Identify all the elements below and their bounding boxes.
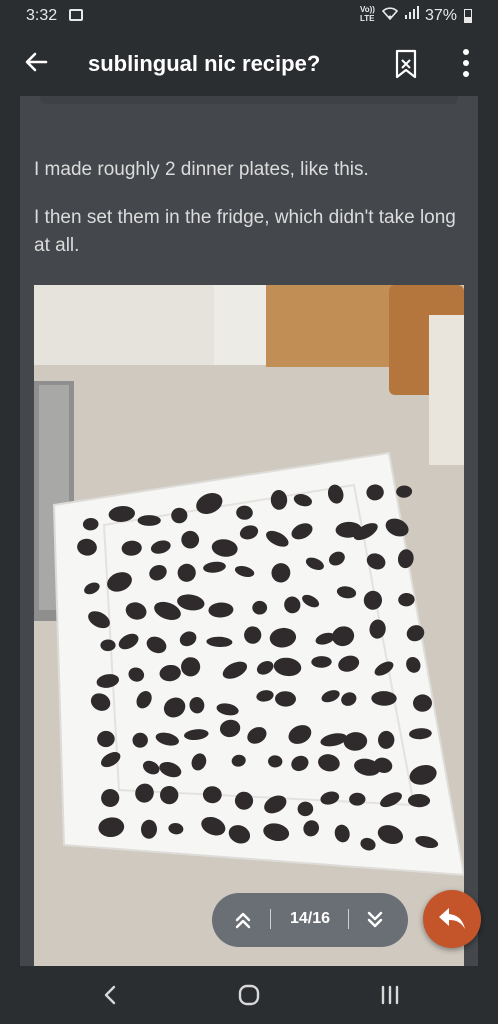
- nav-back-icon[interactable]: [90, 980, 130, 1010]
- image-notification-icon: [69, 9, 83, 21]
- page-title: sublingual nic recipe?: [88, 51, 321, 76]
- battery-percent: 37%: [425, 7, 458, 24]
- battery-icon: [464, 9, 472, 23]
- back-arrow-icon[interactable]: [20, 46, 52, 78]
- double-chevron-down-icon[interactable]: [362, 907, 388, 933]
- wifi-icon: [381, 6, 399, 23]
- bookmark-icon[interactable]: [392, 48, 420, 80]
- signal-icon: [404, 5, 420, 22]
- app-bar: sublingual nic recipe?: [0, 32, 498, 96]
- system-nav-bar: [0, 966, 498, 1024]
- post-body: I made roughly 2 dinner plates, like thi…: [34, 156, 464, 280]
- pager-divider: [270, 909, 271, 929]
- reply-icon: [439, 908, 465, 929]
- more-vert-icon[interactable]: [456, 46, 476, 82]
- post-paragraph: I then set them in the fridge, which did…: [34, 207, 456, 256]
- post-image[interactable]: [34, 285, 464, 966]
- post-pager: 14/16: [212, 893, 408, 947]
- volte-icon: Vo)) LTE: [360, 5, 375, 23]
- nav-home-icon[interactable]: [229, 980, 269, 1010]
- pager-count[interactable]: 14/16: [284, 910, 336, 928]
- status-bar: 3:32 Vo)) LTE 37%: [0, 0, 498, 32]
- post-card: I made roughly 2 dinner plates, like thi…: [20, 96, 478, 966]
- plate-photo: [34, 285, 464, 966]
- pager-divider: [348, 909, 349, 929]
- status-time: 3:32: [26, 7, 58, 24]
- reply-button[interactable]: [423, 890, 481, 948]
- nav-recent-icon[interactable]: [370, 980, 410, 1010]
- post-paragraph: I made roughly 2 dinner plates, like thi…: [34, 159, 369, 180]
- double-chevron-up-icon[interactable]: [230, 907, 256, 933]
- previous-post-edge: [40, 96, 458, 104]
